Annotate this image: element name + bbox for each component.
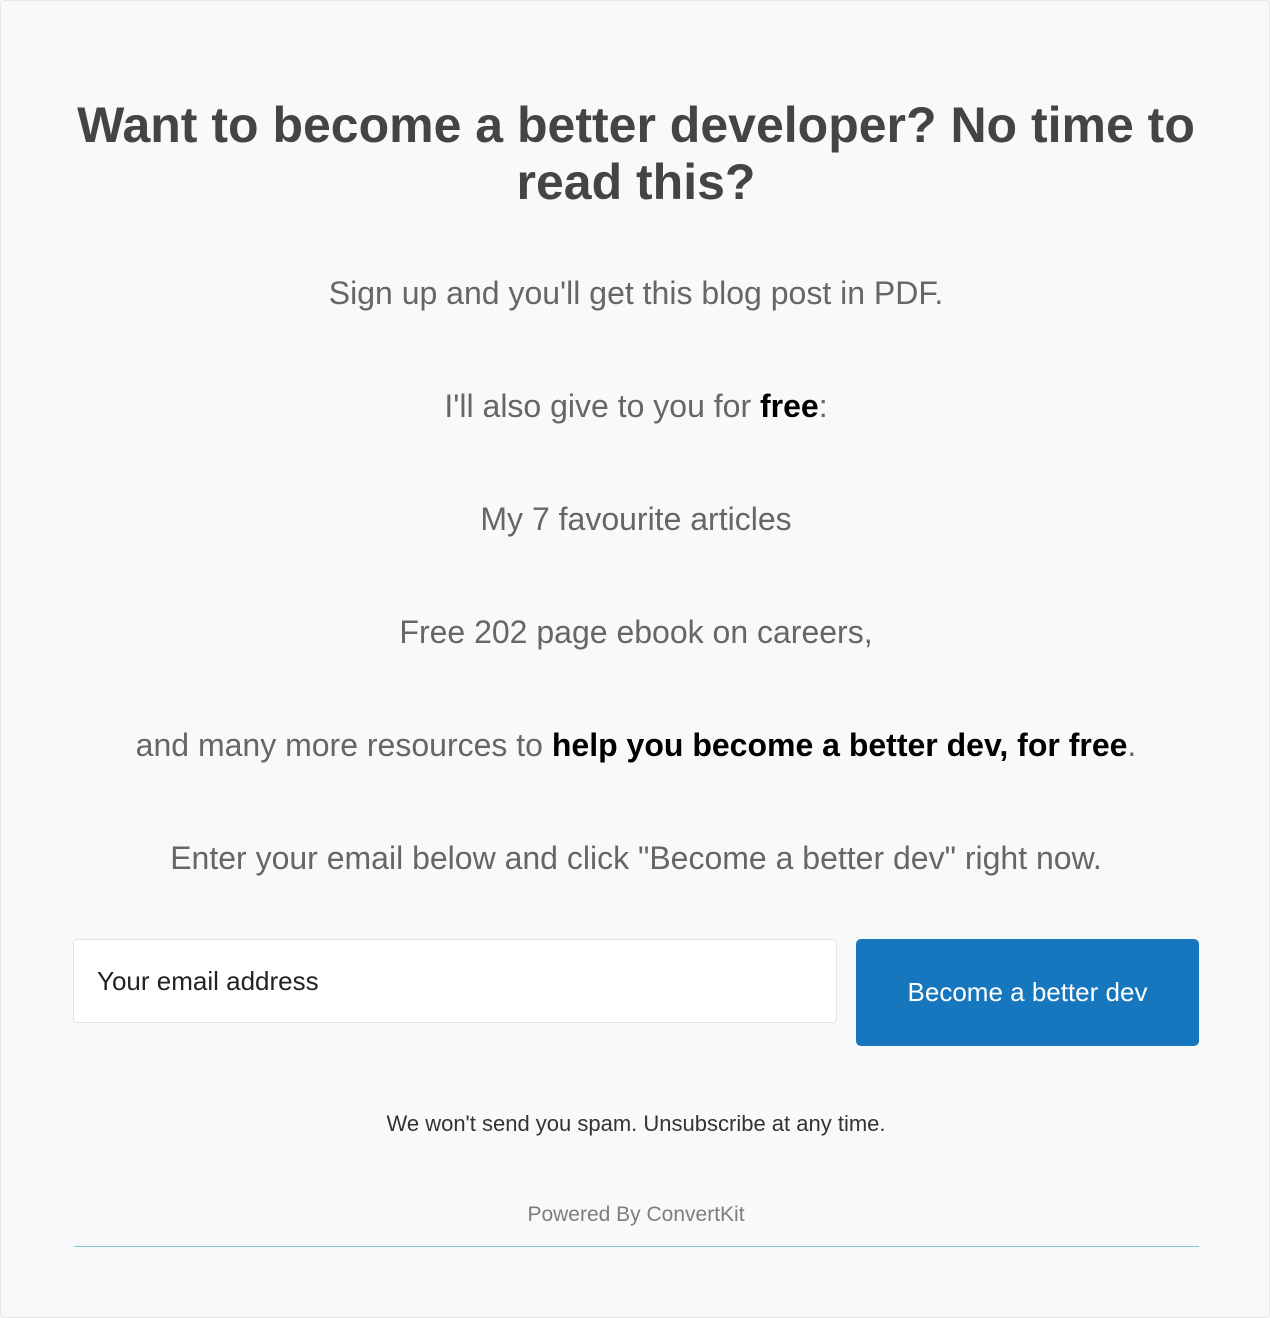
free-offer-text-end: : <box>818 388 828 424</box>
footer-divider <box>74 1246 1199 1247</box>
email-input[interactable] <box>73 939 837 1023</box>
free-offer-text: I'll also give to you for free: <box>41 386 1231 426</box>
free-offer-text-start: I'll also give to you for <box>444 388 760 424</box>
resources-emphasis: help you become a better dev, for free <box>551 727 1128 763</box>
signup-form: Want to become a better developer? No ti… <box>0 0 1270 1318</box>
ebook-text: Free 202 page ebook on careers, <box>399 614 873 650</box>
no-spam-disclaimer: We won't send you spam. Unsubscribe at a… <box>386 1111 886 1136</box>
powered-by-convertkit-link[interactable]: Powered By ConvertKit <box>73 1202 1199 1228</box>
resources-text: and many more resources to help you beco… <box>41 725 1231 765</box>
resources-text-end: . <box>1127 727 1137 763</box>
cta-instruction-text: Enter your email below and click "Become… <box>170 840 1102 876</box>
intro-text: Sign up and you'll get this blog post in… <box>328 275 944 311</box>
form-headline: Want to become a better developer? No ti… <box>77 97 1195 210</box>
free-emphasis: free <box>760 388 819 424</box>
become-better-dev-button[interactable]: Become a better dev <box>856 939 1199 1046</box>
resources-text-start: and many more resources to <box>135 727 552 763</box>
favourite-articles-text: My 7 favourite articles <box>480 501 792 537</box>
